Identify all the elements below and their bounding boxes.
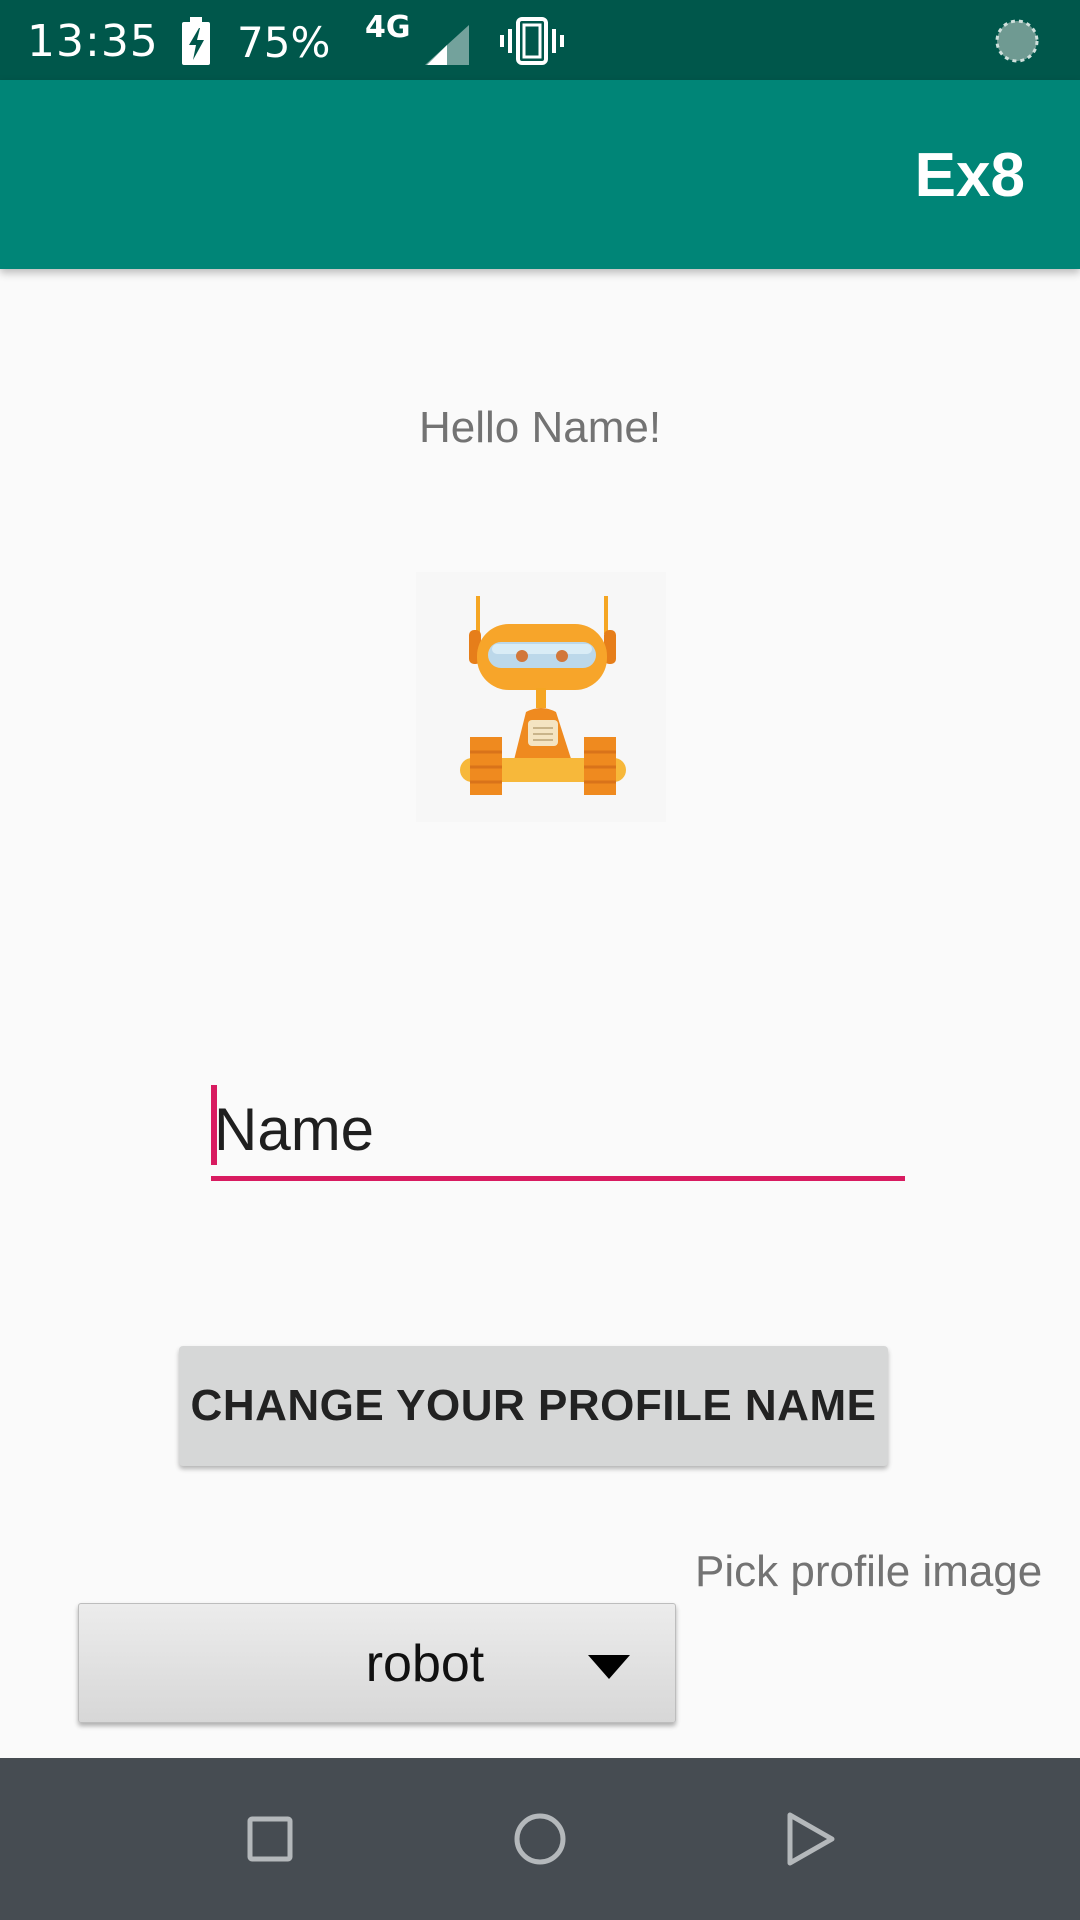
app-title: Ex8 xyxy=(914,141,1025,210)
profile-image xyxy=(416,572,666,822)
battery-charging-icon xyxy=(182,17,210,65)
recents-icon xyxy=(247,1816,293,1862)
dropdown-arrow-icon xyxy=(588,1655,630,1679)
name-input-value: Name xyxy=(214,1096,375,1163)
name-input[interactable]: Name xyxy=(211,1085,905,1181)
navigation-bar xyxy=(0,1758,1080,1920)
signal-icon xyxy=(425,25,469,65)
app-bar: Ex8 xyxy=(0,80,1080,269)
loading-icon xyxy=(995,19,1039,63)
screen: 13:35 75% 4G Ex8 Hello Name! Name CHANGE… xyxy=(0,0,1080,1920)
home-icon xyxy=(514,1813,566,1865)
greeting-text: Hello Name! xyxy=(418,403,662,452)
back-icon xyxy=(787,1812,835,1866)
profile-image-spinner[interactable]: robot xyxy=(78,1603,676,1723)
pick-profile-image-label: Pick profile image xyxy=(695,1547,1043,1596)
spinner-selected-value: robot xyxy=(365,1635,485,1693)
change-profile-name-button[interactable]: CHANGE YOUR PROFILE NAME xyxy=(179,1346,888,1466)
network-type: 4G xyxy=(365,10,411,45)
recents-button[interactable] xyxy=(210,1758,330,1920)
status-time: 13:35 xyxy=(27,16,159,67)
vibrate-icon xyxy=(500,17,564,65)
home-button[interactable] xyxy=(480,1758,600,1920)
status-bar: 13:35 75% 4G xyxy=(0,0,1080,80)
back-button[interactable] xyxy=(750,1758,870,1920)
status-battery: 75% xyxy=(237,18,331,67)
